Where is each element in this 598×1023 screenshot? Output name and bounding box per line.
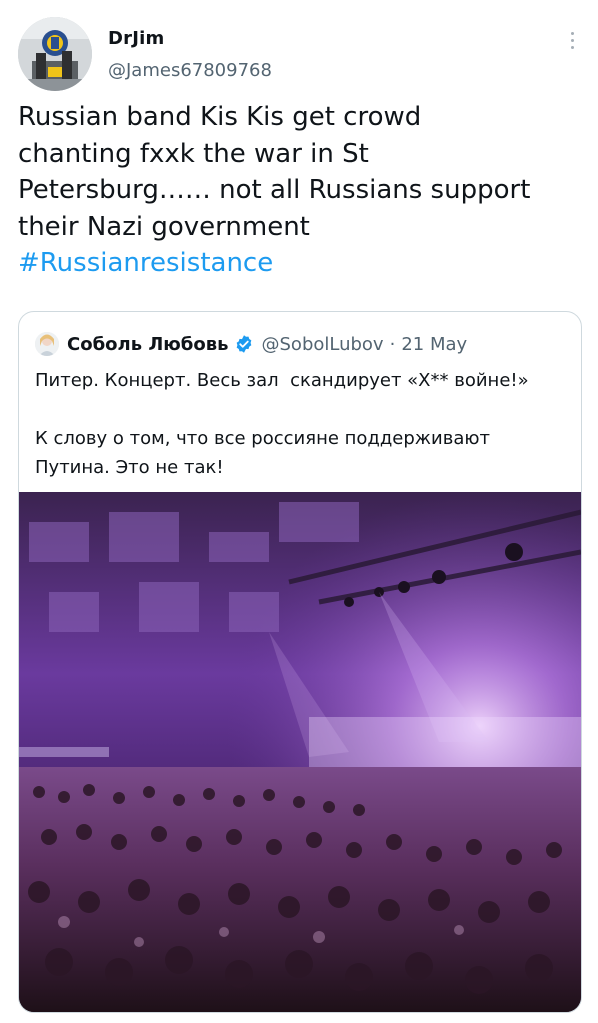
concert-image [19,492,581,1012]
separator-dot: · [389,333,396,355]
quoted-author-handle[interactable]: @SobolLubov [262,334,384,355]
quoted-author-name[interactable]: Соболь Любовь [67,334,229,355]
verified-badge-icon [236,335,251,353]
quoted-tweet-date[interactable]: 21 May [401,334,467,355]
author-handle[interactable]: @James67809768 [108,60,272,81]
avatar-image [18,17,92,91]
more-options-icon[interactable] [560,26,584,54]
tweet: DrJim @James67809768 Russian band Kis Ki… [0,0,598,1023]
quoted-tweet-text: Питер. Концерт. Весь зал скандирует «Х**… [35,370,529,478]
quoted-avatar-image [35,332,59,356]
concert-video-thumbnail[interactable] [19,492,581,1012]
tweet-text: Russian band Kis Kis get crowd chanting … [18,99,583,282]
author-avatar[interactable] [18,17,92,91]
quoted-author-avatar[interactable] [35,332,59,356]
author-display-name[interactable]: DrJim [108,28,164,49]
tweet-body: Russian band Kis Kis get crowd chanting … [18,102,531,242]
quoted-tweet[interactable]: Соболь Любовь @SobolLubov · 21 May Питер… [18,311,582,1013]
quoted-tweet-header: Соболь Любовь @SobolLubov · 21 May [35,330,467,358]
hashtag-link[interactable]: #Russianresistance [18,248,273,278]
